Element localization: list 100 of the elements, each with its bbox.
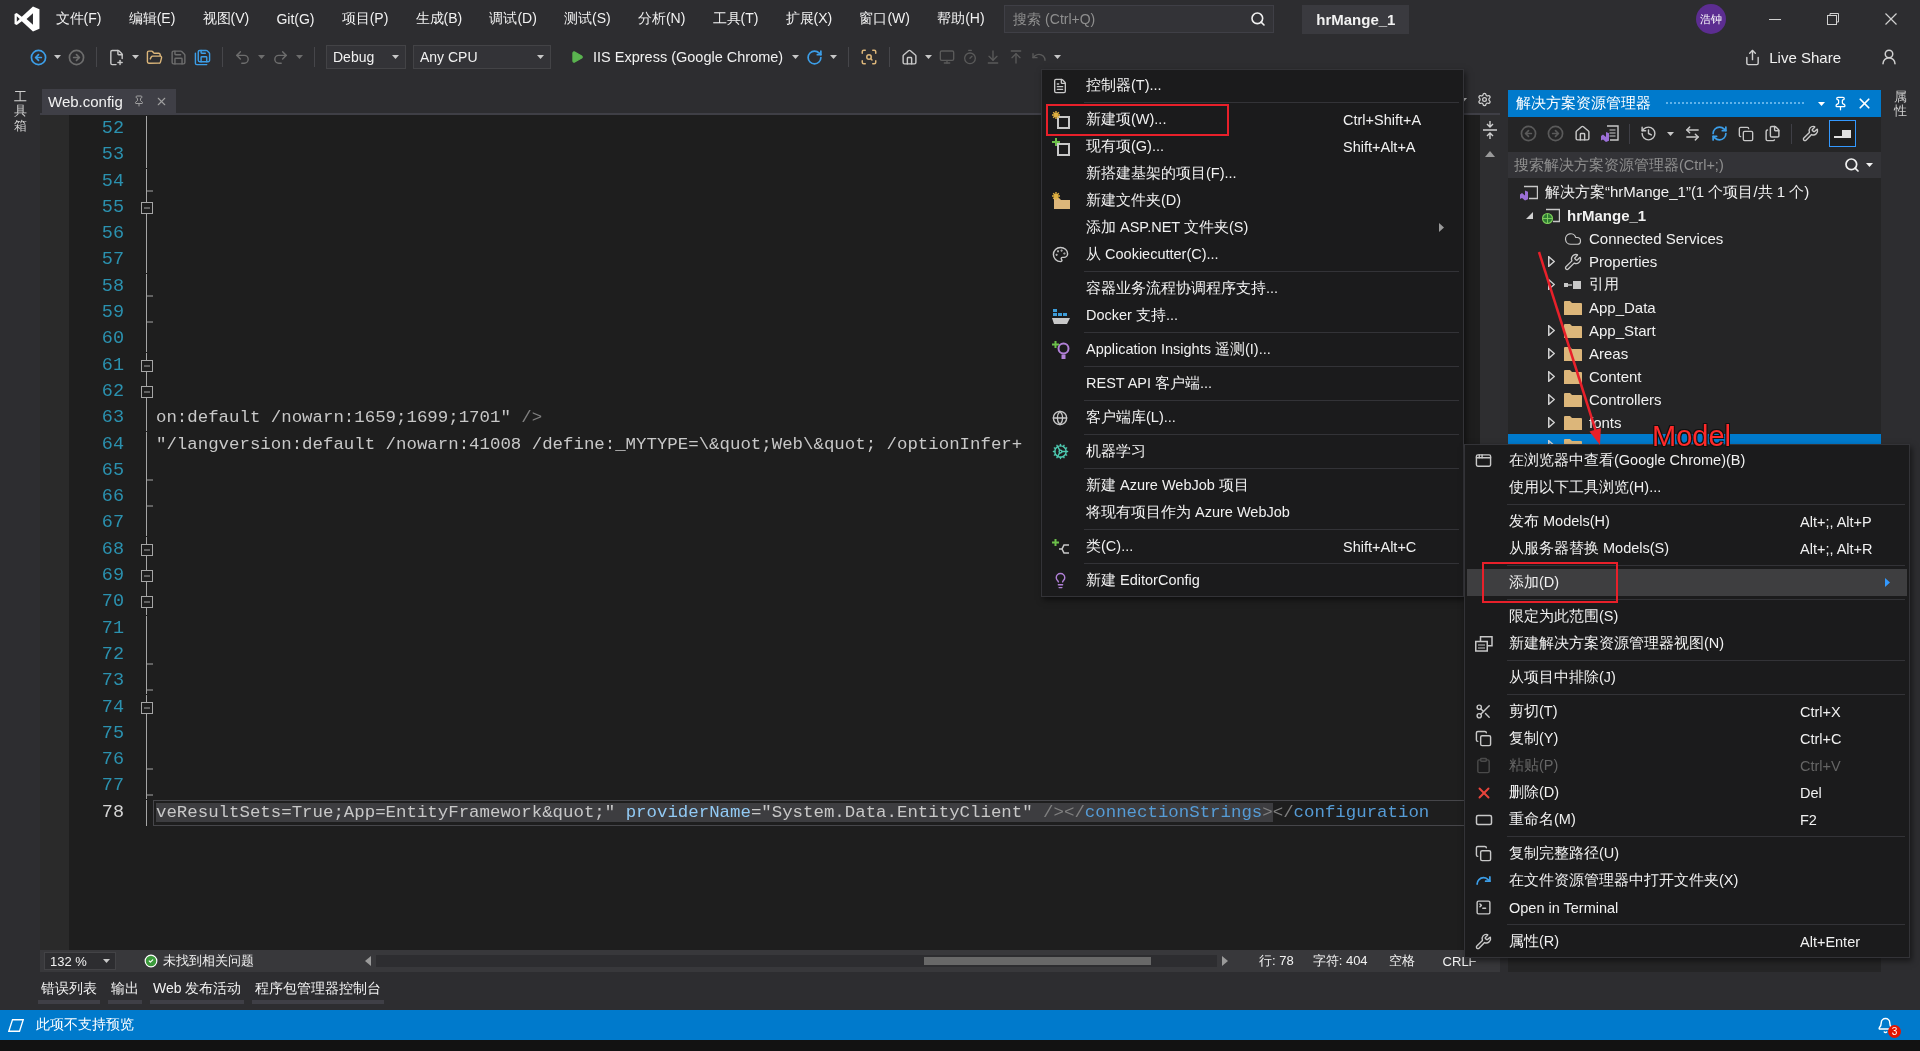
menu-item[interactable]: 客户端库(L)... (1044, 404, 1461, 431)
menu-item[interactable]: 限定为此范围(S) (1467, 603, 1907, 630)
collapse-icon[interactable] (141, 352, 153, 379)
collapse-icon[interactable] (141, 563, 153, 590)
tree-item[interactable]: Areas (1508, 342, 1635, 365)
menu-bar-item[interactable]: 视图(V) (188, 5, 263, 33)
menu-item[interactable]: 添加 ASP.NET 文件夹(S) (1044, 214, 1461, 241)
collapse-icon[interactable] (141, 536, 153, 563)
menu-bar-item[interactable]: 编辑(E) (115, 5, 189, 33)
menu-item[interactable]: 新建 EditorConfig (1044, 567, 1461, 594)
document-tab[interactable]: Web.config (42, 89, 176, 113)
collapsed-arrow-icon[interactable] (1548, 279, 1555, 290)
menu-item[interactable]: 新建 Azure WebJob 项目 (1044, 472, 1461, 499)
caret-icon[interactable] (830, 55, 838, 59)
split-icon[interactable] (1483, 121, 1497, 139)
menu-item[interactable]: Open in Terminal (1467, 894, 1907, 921)
wrench-icon[interactable] (1802, 125, 1819, 142)
new-file-icon[interactable] (108, 48, 125, 66)
tool-window-tab[interactable]: 错误列表 (38, 978, 100, 1004)
toggle-button[interactable] (1829, 120, 1856, 147)
caret-icon[interactable] (925, 55, 933, 59)
open-folder-icon[interactable] (146, 48, 163, 66)
files-icon[interactable] (1764, 125, 1781, 142)
refresh-icon[interactable] (806, 48, 824, 66)
collapsed-arrow-icon[interactable] (1548, 394, 1555, 405)
configuration-dropdown[interactable]: Debug (326, 45, 406, 69)
horizontal-scrollbar[interactable] (376, 955, 1217, 967)
collapse-icon[interactable] (141, 378, 153, 405)
search-icon[interactable] (1844, 157, 1860, 173)
platform-dropdown[interactable]: Any CPU (413, 45, 551, 69)
collapse-icon[interactable] (141, 194, 153, 221)
search-field[interactable]: 搜索解决方案资源管理器(Ctrl+;) (1508, 152, 1881, 178)
menu-item[interactable]: 使用以下工具浏览(H)... (1467, 474, 1907, 501)
caret-icon[interactable] (54, 55, 61, 59)
menu-item[interactable]: 容器业务流程协调程序支持... (1044, 275, 1461, 302)
tool-window-tab[interactable]: 输出 (108, 978, 142, 1004)
collapse-icon[interactable] (141, 694, 153, 721)
menu-item[interactable]: 在浏览器中查看(Google Chrome)(B) (1467, 447, 1907, 474)
menu-item[interactable]: 添加(D) (1467, 569, 1907, 596)
logo-icon[interactable] (14, 6, 40, 32)
caret-icon[interactable] (132, 55, 139, 59)
collapsed-arrow-icon[interactable] (1548, 371, 1555, 382)
menu-item[interactable]: Application Insights 遥测(I)... (1044, 336, 1461, 363)
run-button[interactable]: IIS Express (Google Chrome) (568, 49, 786, 65)
tree-item[interactable]: Properties (1508, 250, 1664, 273)
tree-item[interactable]: Controllers (1508, 388, 1668, 411)
scroll-left-icon[interactable] (365, 956, 371, 966)
stacked-squares-icon[interactable] (1738, 125, 1754, 142)
menu-item[interactable]: 删除(D) Del (1467, 779, 1907, 806)
dropdown-caret-icon[interactable] (1818, 101, 1825, 106)
scan-search-icon[interactable] (860, 48, 879, 66)
menu-item[interactable]: 复制(Y) Ctrl+C (1467, 725, 1907, 752)
collapse-icon[interactable] (141, 589, 153, 616)
tree-item[interactable]: Connected Services (1508, 227, 1730, 250)
overflow-icon[interactable] (1054, 55, 1062, 59)
forward-icon[interactable] (68, 48, 85, 66)
home-icon[interactable] (1574, 125, 1591, 142)
collapsed-arrow-icon[interactable] (1548, 256, 1555, 267)
caret-icon[interactable] (392, 55, 399, 59)
scroll-up-icon[interactable] (1485, 151, 1495, 157)
menu-item[interactable]: 重命名(M) F2 (1467, 806, 1907, 833)
caret-icon[interactable] (792, 55, 800, 59)
expanded-arrow-icon[interactable] (1526, 212, 1533, 219)
menu-item[interactable]: 从服务器替换 Models(S) Alt+;, Alt+R (1467, 535, 1907, 562)
tree-item[interactable]: hrMange_1 (1508, 204, 1653, 227)
menu-bar-item[interactable]: 生成(B) (401, 5, 476, 33)
document-logo-icon[interactable] (1601, 124, 1619, 143)
menu-bar-item[interactable]: 文件(F) (42, 5, 116, 33)
save-all-icon[interactable] (194, 48, 211, 66)
menu-bar-item[interactable]: 帮助(H) (923, 5, 999, 33)
menu-item[interactable]: 在文件资源管理器中打开文件夹(X) (1467, 867, 1907, 894)
menu-item[interactable]: 现有项(G)... Shift+Alt+A (1044, 133, 1461, 160)
menu-bar-item[interactable]: 调试(D) (475, 5, 551, 33)
menu-item[interactable]: Docker 支持... (1044, 302, 1461, 329)
tool-window-tab[interactable]: 程序包管理器控制台 (252, 978, 385, 1004)
menu-item[interactable]: 将现有项目作为 Azure WebJob (1044, 499, 1461, 526)
menu-item[interactable]: 控制器(T)... (1044, 72, 1461, 99)
menu-bar-item[interactable]: Git(G) (262, 6, 329, 32)
home-icon[interactable] (901, 48, 919, 66)
menu-item[interactable]: REST API 客户端... (1044, 370, 1461, 397)
account-avatar[interactable]: 浩钟 (1696, 4, 1726, 34)
menu-item[interactable]: 机器学习 (1044, 438, 1461, 465)
menu-item[interactable]: 新建解决方案资源管理器视图(N) (1467, 630, 1907, 657)
save-icon[interactable] (170, 48, 187, 66)
menu-item[interactable]: 从项目中排除(J) (1467, 664, 1907, 691)
menu-item[interactable]: 类(C)... Shift+Alt+C (1044, 533, 1461, 560)
feedback-button[interactable] (1880, 48, 1898, 66)
refresh-icon[interactable] (1711, 125, 1728, 142)
search-icon[interactable] (1250, 11, 1267, 27)
redo-icon[interactable] (272, 48, 289, 66)
back-icon[interactable] (30, 48, 47, 66)
menu-item[interactable]: 从 Cookiecutter(C)... (1044, 241, 1461, 268)
tool-window-tab[interactable]: Web 发布活动 (150, 978, 245, 1004)
caret-icon[interactable] (1667, 131, 1674, 136)
zoom-dropdown[interactable]: 132 % (44, 952, 116, 970)
menu-bar-item[interactable]: 项目(P) (328, 5, 402, 33)
caret-icon[interactable] (1866, 163, 1873, 167)
menu-item[interactable]: 新搭建基架的项目(F)... (1044, 160, 1461, 187)
menu-bar-item[interactable]: 分析(N) (624, 5, 699, 33)
menu-bar-item[interactable]: 测试(S) (550, 5, 625, 33)
